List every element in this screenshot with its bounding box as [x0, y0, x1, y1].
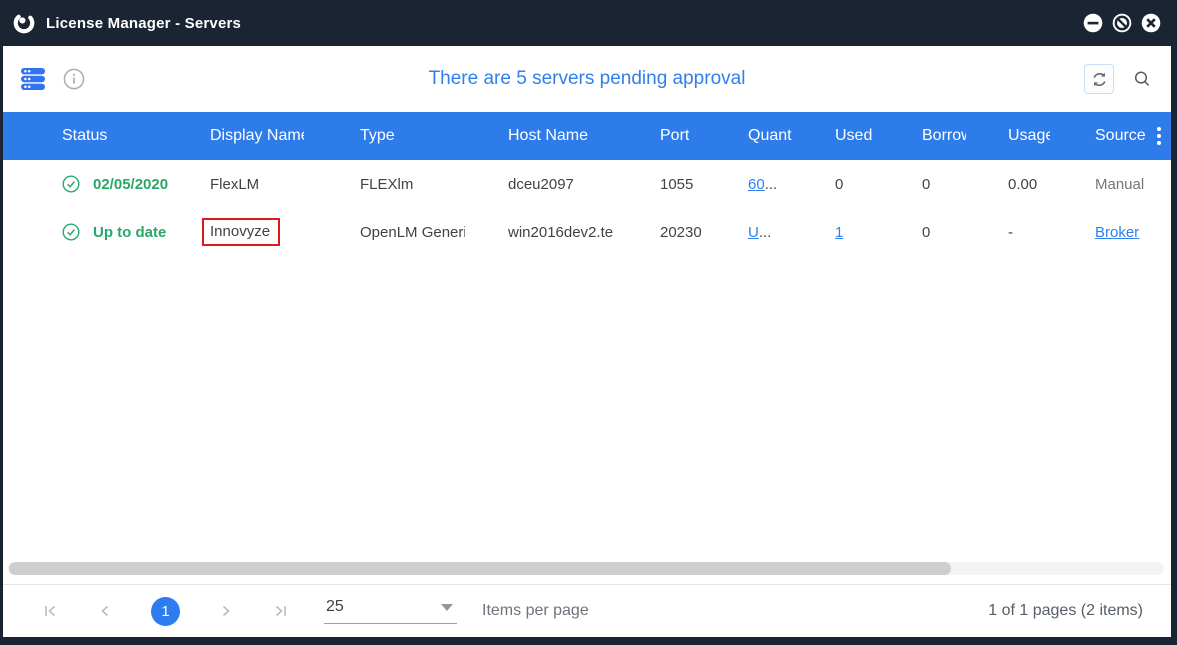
column-header-port[interactable]: Port: [660, 127, 748, 145]
title-bar[interactable]: License Manager - Servers: [0, 0, 1177, 46]
column-header-used[interactable]: Used: [835, 127, 922, 145]
borrowed-value: 0: [922, 224, 930, 241]
display-name-value: Innovyze: [210, 223, 270, 240]
source-link[interactable]: Broker: [1095, 224, 1139, 241]
source-value: Manual: [1095, 176, 1144, 193]
status-text: Up to date: [93, 224, 166, 241]
status-ok-icon: [62, 175, 80, 193]
empty-grid-area: [3, 256, 1171, 562]
display-name-value: FlexLM: [210, 176, 259, 193]
block-icon: [1112, 13, 1132, 33]
grid-header: Status Display Name Type Host Name Port …: [3, 112, 1171, 160]
column-menu-icon[interactable]: [1154, 112, 1164, 160]
license-manager-window: License Manager - Servers: [0, 0, 1177, 645]
page-number-button[interactable]: 1: [151, 597, 180, 626]
host-name-value: win2016dev2.te: [508, 224, 613, 241]
used-value: 0: [835, 176, 843, 193]
seek-end-icon: [272, 603, 288, 619]
table-row[interactable]: 02/05/2020 FlexLM FLEXlm dceu2097 1055 6…: [3, 160, 1171, 208]
scrollbar-thumb[interactable]: [9, 562, 951, 575]
next-page-button[interactable]: [218, 603, 234, 619]
pager-bar: 1 25 Items per page 1 of 1 pages (2 item…: [3, 584, 1171, 637]
chevron-left-icon: [97, 603, 113, 619]
status-ok-icon: [62, 223, 80, 241]
type-value: FLEXlm: [360, 176, 413, 193]
search-icon: [1133, 70, 1151, 88]
port-value: 1055: [660, 176, 693, 193]
type-value: OpenLM Generic: [360, 224, 465, 241]
openlm-logo-icon: [13, 12, 35, 34]
block-button[interactable]: [1112, 13, 1132, 33]
seek-start-icon: [43, 603, 59, 619]
last-page-button[interactable]: [272, 603, 288, 619]
usage-value: -: [1008, 224, 1013, 241]
minimize-icon: [1083, 13, 1103, 33]
info-button[interactable]: [63, 68, 85, 90]
usage-value: 0.00: [1008, 176, 1037, 193]
minimize-button[interactable]: [1083, 13, 1103, 33]
pager-summary: 1 of 1 pages (2 items): [988, 602, 1143, 620]
host-name-value: dceu2097: [508, 176, 574, 193]
refresh-button[interactable]: [1084, 64, 1114, 94]
status-text: 02/05/2020: [93, 176, 168, 193]
chevron-right-icon: [218, 603, 234, 619]
server-stack-icon: [20, 66, 46, 92]
toolbar: There are 5 servers pending approval: [3, 46, 1171, 112]
info-icon: [63, 68, 85, 90]
previous-page-button[interactable]: [97, 603, 113, 619]
borrowed-value: 0: [922, 176, 930, 193]
column-header-host-name[interactable]: Host Name: [508, 127, 660, 145]
close-icon: [1141, 13, 1161, 33]
window-title: License Manager - Servers: [46, 15, 241, 32]
items-per-page-label: Items per page: [482, 602, 589, 620]
pending-approval-message: There are 5 servers pending approval: [429, 68, 746, 90]
column-header-display-name[interactable]: Display Name: [210, 127, 360, 145]
column-header-borrowed[interactable]: Borrowed: [922, 127, 1008, 145]
column-header-type[interactable]: Type: [360, 127, 508, 145]
column-header-quantity[interactable]: Quantity: [748, 127, 835, 145]
used-link[interactable]: 1: [835, 224, 843, 241]
first-page-button[interactable]: [43, 603, 59, 619]
close-button[interactable]: [1141, 13, 1161, 33]
quantity-link[interactable]: U: [748, 224, 759, 241]
chevron-down-icon: [441, 604, 453, 611]
servers-menu-button[interactable]: [20, 66, 46, 92]
column-header-usage[interactable]: Usage: [1008, 127, 1095, 145]
search-button[interactable]: [1133, 70, 1151, 88]
refresh-icon: [1091, 71, 1108, 88]
column-header-status[interactable]: Status: [62, 127, 210, 145]
horizontal-scrollbar[interactable]: [8, 562, 1164, 575]
page-size-value: 25: [326, 598, 344, 616]
table-row[interactable]: Up to date Innovyze OpenLM Generic win20…: [3, 208, 1171, 256]
quantity-link[interactable]: 60: [748, 176, 765, 193]
page-size-select[interactable]: 25: [324, 598, 457, 624]
highlight-box: Innovyze: [202, 218, 280, 246]
port-value: 20230: [660, 224, 702, 241]
content-area: There are 5 servers pending approval: [3, 46, 1171, 637]
